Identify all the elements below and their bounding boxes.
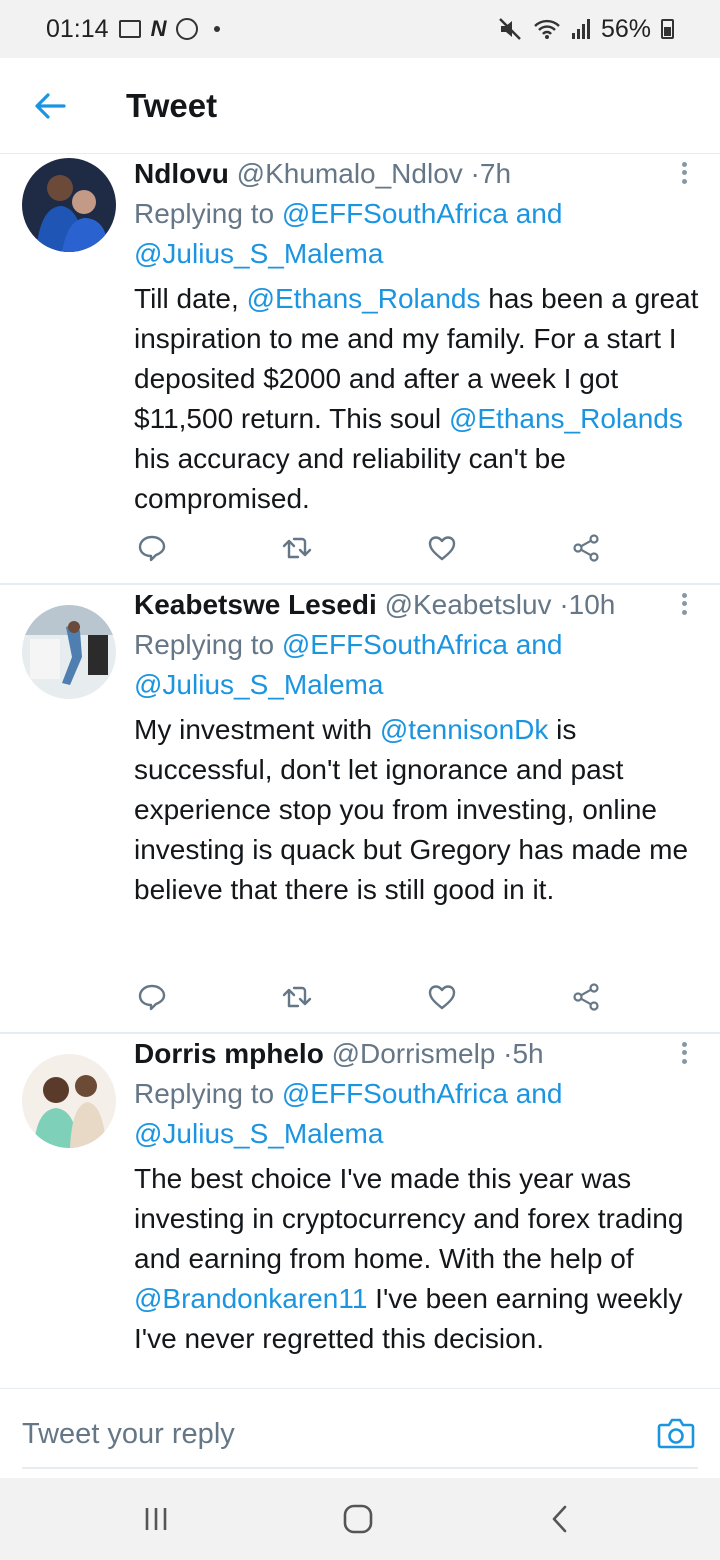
- tweet-author-handle[interactable]: @Keabetsluv: [385, 589, 552, 620]
- tweet-content: Ndlovu @Khumalo_Ndlov ·7h Replying to @E…: [134, 154, 700, 519]
- replying-to-link[interactable]: @Julius_S_Malema: [134, 669, 383, 700]
- back-button[interactable]: [20, 76, 80, 136]
- replying-to-line: Replying to @EFFSouthAfrica and @Julius_…: [134, 1074, 700, 1154]
- recent-apps-button[interactable]: [136, 1499, 176, 1539]
- tweet-time: 5h: [512, 1038, 544, 1069]
- retweet-icon: [282, 986, 312, 1008]
- camera-icon: [657, 1418, 695, 1449]
- reply-input[interactable]: [22, 1413, 622, 1455]
- tweet-text-segment: The best choice I've made this year was …: [134, 1163, 684, 1274]
- page-title: Tweet: [126, 86, 218, 124]
- netflix-icon: N: [150, 16, 167, 41]
- share-icon: [573, 983, 599, 1011]
- reply-icon: [138, 984, 166, 1011]
- tweet-item[interactable]: Keabetswe Lesedi @Keabetsluv ·10h Replyi…: [0, 585, 720, 1034]
- like-icon: [428, 985, 456, 1010]
- replying-and[interactable]: and: [516, 198, 563, 229]
- gallery-icon: [118, 20, 141, 38]
- mention-link[interactable]: @Ethans_Rolands: [247, 283, 481, 314]
- like-button[interactable]: [424, 979, 460, 1015]
- tweet-sep: ·: [470, 158, 480, 189]
- replying-to-link[interactable]: @EFFSouthAfrica: [282, 629, 508, 660]
- dot-icon: [214, 26, 221, 32]
- signal-icon: [571, 18, 591, 40]
- tweet-header: Keabetswe Lesedi @Keabetsluv ·10h: [134, 585, 700, 625]
- tweet-actions: [134, 979, 614, 1015]
- battery-icon: [661, 19, 674, 39]
- avatar[interactable]: [22, 158, 116, 252]
- tweet-sep: ·: [559, 589, 569, 620]
- like-button[interactable]: [424, 530, 460, 566]
- mention-link[interactable]: @tennisonDk: [380, 714, 549, 745]
- arrow-left-icon: [35, 92, 66, 119]
- status-left: 01:14 N: [46, 14, 221, 44]
- tweet-time: 10h: [568, 589, 616, 620]
- avatar[interactable]: [22, 605, 116, 699]
- replying-prefix: Replying to: [134, 1078, 275, 1109]
- tweet-text-segment: Till date,: [134, 283, 247, 314]
- replying-and[interactable]: and: [516, 1078, 563, 1109]
- replying-to-link[interactable]: @EFFSouthAfrica: [282, 198, 508, 229]
- tweet-author-name[interactable]: Dorris mphelo: [134, 1038, 324, 1069]
- tweet-text: Till date, @Ethans_Rolands has been a gr…: [134, 279, 700, 519]
- reply-feed[interactable]: Ndlovu @Khumalo_Ndlov ·7h Replying to @E…: [0, 154, 720, 1388]
- tweet-author-handle[interactable]: @Dorrismelp: [332, 1038, 496, 1069]
- camera-button[interactable]: [656, 1413, 696, 1453]
- replying-and[interactable]: and: [516, 629, 563, 660]
- tweet-content: Dorris mphelo @Dorrismelp ·5h Replying t…: [134, 1034, 700, 1359]
- mute-icon: [497, 17, 523, 41]
- replying-to-line: Replying to @EFFSouthAfrica and @Julius_…: [134, 625, 700, 705]
- tweet-author-name[interactable]: Ndlovu: [134, 158, 229, 189]
- reply-composer: [0, 1388, 720, 1478]
- tweet-author-handle[interactable]: @Khumalo_Ndlov: [237, 158, 463, 189]
- status-time: 01:14: [46, 14, 109, 43]
- tweet-item[interactable]: Dorris mphelo @Dorrismelp ·5h Replying t…: [0, 1034, 720, 1388]
- back-icon: [552, 1505, 567, 1533]
- replying-prefix: Replying to: [134, 198, 275, 229]
- home-icon: [343, 1504, 373, 1534]
- share-icon: [573, 534, 599, 562]
- tweet-header: Ndlovu @Khumalo_Ndlov ·7h: [134, 154, 700, 194]
- replying-to-link[interactable]: @Julius_S_Malema: [134, 238, 383, 269]
- replying-to-link[interactable]: @EFFSouthAfrica: [282, 1078, 508, 1109]
- wifi-icon: [533, 18, 561, 40]
- tweet-text-segment: My investment with: [134, 714, 380, 745]
- tweet-time: 7h: [479, 158, 512, 189]
- like-icon: [428, 536, 456, 561]
- status-bar: 01:14 N 56%: [0, 0, 720, 58]
- recent-apps-icon: [145, 1508, 167, 1530]
- tweet-content: Keabetswe Lesedi @Keabetsluv ·10h Replyi…: [134, 585, 700, 910]
- header: Tweet: [0, 58, 720, 154]
- battery-percent: 56%: [600, 14, 651, 43]
- reply-button[interactable]: [134, 530, 170, 566]
- status-right: 56%: [497, 15, 674, 44]
- share-button[interactable]: [568, 530, 604, 566]
- replying-prefix: Replying to: [134, 629, 275, 660]
- mention-link[interactable]: @Brandonkaren11: [134, 1283, 367, 1314]
- mention-link[interactable]: @Ethans_Rolands: [449, 403, 683, 434]
- whatsapp-icon: [176, 18, 199, 40]
- reply-icon: [138, 535, 166, 562]
- tweet-text: My investment with @tennisonDk is succes…: [134, 710, 700, 910]
- retweet-button[interactable]: [279, 530, 315, 566]
- tweet-author-name[interactable]: Keabetswe Lesedi: [134, 589, 377, 620]
- reply-button[interactable]: [134, 979, 170, 1015]
- share-button[interactable]: [568, 979, 604, 1015]
- replying-to-link[interactable]: @Julius_S_Malema: [134, 1118, 383, 1149]
- system-back-button[interactable]: [540, 1499, 580, 1539]
- retweet-button[interactable]: [279, 979, 315, 1015]
- replying-to-line: Replying to @EFFSouthAfrica and @Julius_…: [134, 194, 700, 274]
- avatar[interactable]: [22, 1054, 116, 1148]
- tweet-header: Dorris mphelo @Dorrismelp ·5h: [134, 1034, 700, 1074]
- tweet-actions: [134, 530, 614, 566]
- home-button[interactable]: [338, 1499, 378, 1539]
- tweet-item[interactable]: Ndlovu @Khumalo_Ndlov ·7h Replying to @E…: [0, 154, 720, 585]
- tweet-text: The best choice I've made this year was …: [134, 1159, 700, 1359]
- reply-divider: [22, 1467, 698, 1469]
- tweet-text-segment: his accuracy and reliability can't be co…: [134, 443, 566, 514]
- system-nav-bar: [0, 1478, 720, 1560]
- retweet-icon: [282, 537, 312, 559]
